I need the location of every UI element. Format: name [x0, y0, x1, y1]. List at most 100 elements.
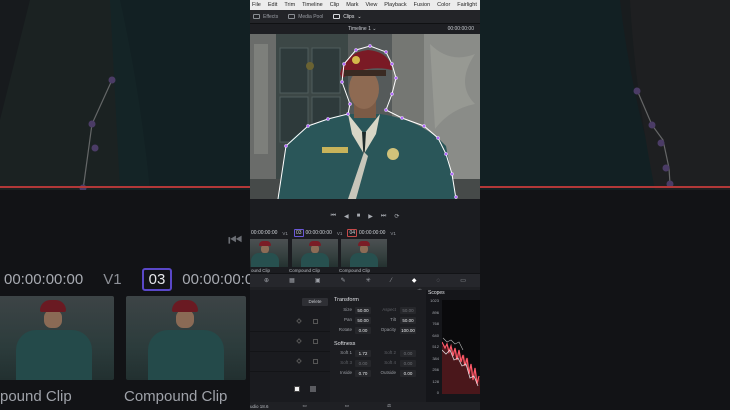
menu-fusion[interactable]: Fusion — [414, 2, 431, 8]
mask-point[interactable] — [340, 80, 344, 84]
keyframe-icon[interactable] — [296, 358, 302, 364]
background-timecode: 00:00:00:00 — [4, 271, 84, 288]
tool-effects-icon[interactable]: ✳ — [366, 277, 371, 284]
play-icon[interactable]: ▶ — [368, 213, 373, 220]
menu-color[interactable]: Color — [437, 2, 450, 8]
aspect-field[interactable]: 50.00 — [400, 307, 416, 314]
menu-trim[interactable]: Trim — [284, 2, 295, 8]
waveform-trace — [442, 300, 480, 394]
menu-file[interactable]: File — [252, 2, 261, 8]
soft1-field[interactable]: 1.72 — [355, 350, 371, 357]
param-label: Soft 2 — [384, 350, 396, 355]
tool-image-icon[interactable]: ▣ — [315, 277, 321, 284]
tool-strip: ⊕ ▦ ▣ ✎ ✳ ⁄ ◆ ◌ ▭ — [250, 273, 480, 287]
menu-edit[interactable]: Edit — [268, 2, 277, 8]
tilt-field[interactable]: 50.00 — [400, 317, 416, 324]
clip-thumbnail[interactable] — [341, 239, 387, 267]
menu-playback[interactable]: Playback — [384, 2, 406, 8]
soft4-field[interactable]: 0.00 — [400, 360, 416, 367]
page-fairlight-icon[interactable]: ⚖ — [387, 403, 391, 409]
inside-field[interactable]: 0.70 — [355, 370, 371, 377]
menu-mark[interactable]: Mark — [346, 2, 358, 8]
background-track-label: V1 — [103, 271, 122, 288]
menu-timeline[interactable]: Timeline — [302, 2, 323, 8]
param-row: Size 50.00 Aspect 50.00 — [334, 307, 422, 315]
outside-field[interactable]: 0.00 — [400, 370, 416, 377]
mask-point[interactable] — [384, 50, 388, 54]
tool-keyframe-icon[interactable]: ▭ — [460, 277, 466, 284]
loop-icon[interactable]: ⟳ — [394, 213, 399, 220]
window-row[interactable] — [250, 332, 330, 352]
mask-point[interactable] — [400, 116, 404, 120]
stop-icon[interactable]: ■ — [357, 213, 361, 219]
mask-point[interactable] — [306, 124, 310, 128]
window-shape-icon[interactable] — [313, 339, 318, 344]
window-list: Delete — [250, 290, 330, 402]
timeline-name[interactable]: Timeline 1 ⌄ — [348, 26, 376, 32]
tool-pen-icon[interactable]: ✎ — [341, 277, 346, 284]
mask-point[interactable] — [454, 195, 458, 199]
delete-button[interactable]: Delete — [302, 298, 328, 306]
tool-grid-icon[interactable]: ▦ — [289, 277, 295, 284]
menu-view[interactable]: View — [365, 2, 377, 8]
mask-point[interactable] — [326, 117, 330, 121]
background-right-frame — [480, 0, 730, 190]
scope-tick-label: 256 — [432, 367, 439, 372]
mask-point[interactable] — [422, 124, 426, 128]
mask-point[interactable] — [354, 48, 358, 52]
clip-timecode: 00:00:00:00 — [305, 230, 332, 236]
mask-point[interactable] — [346, 112, 350, 116]
tool-window-icon[interactable]: ◆ — [412, 277, 417, 284]
tool-zoom-icon[interactable]: ⊕ — [264, 277, 269, 284]
soft2-field[interactable]: 0.00 — [400, 350, 416, 357]
background-playhead-line — [0, 186, 250, 188]
mask-point[interactable] — [394, 76, 398, 80]
toolbar-effects[interactable]: Effects — [253, 14, 278, 20]
keyframe-icon[interactable] — [296, 338, 302, 344]
menu-clip[interactable]: Clip — [330, 2, 339, 8]
prev-frame-icon[interactable]: ◀ — [344, 213, 349, 220]
menu-fairlight[interactable]: Fairlight — [457, 2, 477, 8]
clip-thumbnail[interactable] — [292, 239, 338, 267]
param-label: Soft 3 — [340, 360, 352, 365]
clip-number-badge: 03 — [293, 229, 304, 237]
skip-end-icon[interactable]: ⏭ — [381, 213, 386, 220]
tool-tracker-icon[interactable]: ◌ — [437, 278, 441, 284]
page-cut-icon[interactable]: ▭ — [345, 403, 349, 409]
window-shape-icon[interactable] — [313, 319, 318, 324]
mask-point[interactable] — [444, 152, 448, 156]
window-shape-icon[interactable] — [313, 359, 318, 364]
window-inspector: Delete Transform Size 50.00 Aspect 50.00… — [250, 290, 480, 402]
viewer-timecode: 00:00:00:00 — [447, 26, 474, 32]
rotate-field[interactable]: 0.00 — [355, 327, 371, 334]
background-clip-thumb — [126, 296, 246, 380]
mask-point[interactable] — [368, 44, 372, 48]
toolbar-media-pool[interactable]: Media Pool — [288, 14, 323, 20]
opacity-field[interactable]: 100.00 — [400, 327, 416, 334]
mask-point[interactable] — [284, 144, 288, 148]
tool-picker-icon[interactable]: ⁄ — [391, 278, 392, 284]
mask-grey-icon[interactable] — [310, 386, 316, 392]
viewer[interactable] — [250, 34, 480, 199]
window-row[interactable] — [250, 312, 330, 332]
toolbar-clips[interactable]: Clips ⌄ — [333, 14, 362, 20]
soft3-field[interactable]: 0.00 — [355, 360, 371, 367]
mask-point[interactable] — [348, 102, 352, 106]
mask-point[interactable] — [390, 62, 394, 66]
window-row[interactable] — [250, 352, 330, 372]
mask-white-icon[interactable] — [294, 386, 300, 392]
transport-controls: ⏮ ◀ ■ ▶ ⏭ ⟳ — [250, 199, 480, 227]
skip-start-icon[interactable]: ⏮ — [331, 213, 336, 220]
clip-thumbnail[interactable] — [250, 239, 288, 267]
page-media-icon[interactable]: ▭ — [303, 403, 307, 409]
pan-field[interactable]: 50.00 — [355, 317, 371, 324]
screen: ⏮ 00:00:00:00 V1 03 00:00:00:00 pound Cl… — [0, 0, 730, 410]
mask-point[interactable] — [390, 92, 394, 96]
size-field[interactable]: 50.00 — [355, 307, 371, 314]
mask-point[interactable] — [342, 62, 346, 66]
mask-point[interactable] — [436, 136, 440, 140]
background-transport-icon: ⏮ — [228, 232, 243, 249]
mask-point[interactable] — [384, 108, 388, 112]
keyframe-icon[interactable] — [296, 318, 302, 324]
mask-point[interactable] — [450, 172, 454, 176]
